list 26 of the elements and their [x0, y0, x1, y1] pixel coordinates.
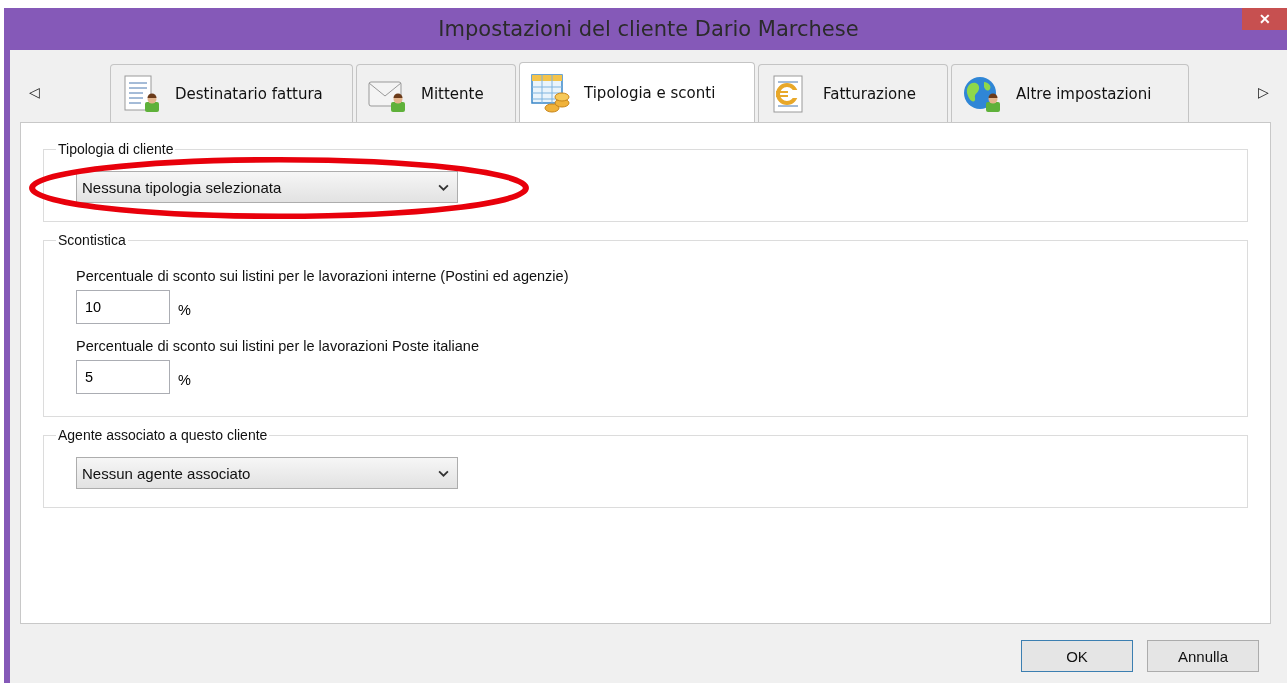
field-label: Percentuale di sconto sui listini per le lavorazioni Poste italiane — [76, 338, 480, 354]
close-button[interactable]: ✕ — [1242, 8, 1287, 30]
document-person-icon — [121, 73, 161, 114]
scroll-right-button[interactable]: ▷ — [1239, 62, 1287, 122]
input-field[interactable]: 5 — [76, 360, 170, 394]
tab[interactable]: Fatturazione — [758, 64, 948, 122]
unit-label: % — [178, 302, 191, 318]
scroll-left-button[interactable]: ◁ — [10, 62, 58, 122]
group-legend: Scontistica — [56, 232, 128, 248]
window-title: Impostazioni del cliente Dario Marchese — [438, 17, 859, 41]
field-label: Percentuale di sconto sui listini per le lavorazioni interne (Postini ed agenzie) — [76, 268, 570, 284]
dropdown[interactable]: Nessun agente associato — [76, 457, 458, 489]
cancel-button[interactable]: Annulla — [1147, 640, 1259, 672]
group-legend: Agente associato a questo cliente — [56, 427, 270, 443]
table-coins-icon — [530, 72, 570, 113]
ok-button[interactable]: OK — [1021, 640, 1133, 672]
chevron-down-icon — [438, 469, 449, 477]
tab[interactable]: Tipologia e sconti — [519, 62, 755, 122]
unit-label: % — [178, 372, 191, 388]
tab[interactable]: Destinatario fattura — [110, 64, 353, 122]
tab[interactable]: Altre impostazioni — [951, 64, 1189, 122]
tab[interactable]: Mittente — [356, 64, 516, 122]
input-field[interactable]: 10 — [76, 290, 170, 324]
group-legend: Tipologia di cliente — [56, 141, 176, 157]
dropdown[interactable]: Nessuna tipologia selezionata — [76, 171, 458, 203]
chevron-down-icon — [438, 183, 449, 191]
